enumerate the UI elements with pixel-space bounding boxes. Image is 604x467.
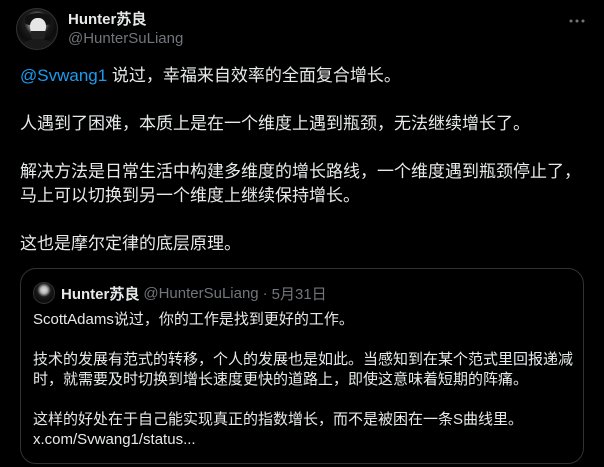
author-handle[interactable]: @HunterSuLiang xyxy=(68,29,183,48)
quoted-display-name: Hunter苏良 xyxy=(61,285,140,303)
tweet-paragraph-3-line-1: 解决方法是日常生活中构建多维度的增长路线，一个维度遇到瓶颈停止了， xyxy=(20,162,581,181)
more-horizontal-icon xyxy=(569,19,585,23)
more-options-button[interactable] xyxy=(566,10,588,32)
quoted-paragraph-2-line-1: 技术的发展有范式的转移，个人的发展也是如此。当感知到在某个范式里回报递减 xyxy=(33,351,574,368)
quoted-paragraph-3: 这样的好处在于自己能实现真正的指数增长，而不是被困在一条S曲线里。 xyxy=(33,411,524,428)
tweet-text-1: 说过，幸福来自效率的全面复合增长。 xyxy=(107,66,401,85)
quoted-handle: @HunterSuLiang xyxy=(143,284,259,302)
quoted-date: 5月31日 xyxy=(271,285,327,303)
quoted-avatar xyxy=(33,282,55,304)
tweet-paragraph-4: 这也是摩尔定律的底层原理。 xyxy=(20,234,241,253)
quoted-tweet-header: Hunter苏良 @HunterSuLiang · 5月31日 xyxy=(33,282,327,304)
mention-link[interactable]: @Svwang1 xyxy=(20,66,107,85)
quoted-tweet[interactable]: Hunter苏良 @HunterSuLiang · 5月31日 ScottAda… xyxy=(20,268,584,464)
quoted-link[interactable]: x.com/Svwang1/status... xyxy=(33,430,573,450)
avatar[interactable] xyxy=(16,8,58,50)
avatar-body xyxy=(21,39,55,49)
tweet: Hunter苏良 @HunterSuLiang @Svwang1 说过，幸福来自… xyxy=(0,0,604,467)
separator-dot: · xyxy=(262,284,268,302)
tweet-paragraph-2: 人遇到了困难，本质上是在一个维度上遇到瓶颈，无法继续增长了。 xyxy=(20,114,530,133)
quoted-paragraph-1: ScottAdams说过，你的工作是找到更好的工作。 xyxy=(33,311,354,328)
tweet-paragraph-3-line-2: 马上可以切换到另一个维度上继续保持增长。 xyxy=(20,186,360,205)
tweet-header: Hunter苏良 @HunterSuLiang xyxy=(16,8,183,50)
quoted-paragraph-2-line-2: 时，就需要及时切换到增长速度更快的道路上，即使这意味着短期的阵痛。 xyxy=(33,371,529,388)
tweet-paragraph-1: @Svwang1 说过，幸福来自效率的全面复合增长。 xyxy=(20,64,590,88)
author-display-name[interactable]: Hunter苏良 xyxy=(68,10,183,29)
author-names: Hunter苏良 @HunterSuLiang xyxy=(68,10,183,48)
